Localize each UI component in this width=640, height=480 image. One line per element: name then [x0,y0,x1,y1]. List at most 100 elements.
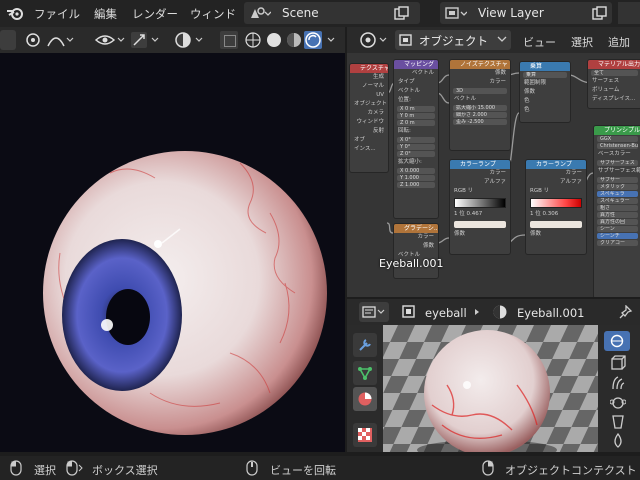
node-principled-bsdf[interactable]: プリンシプルBSDF GGX Christensen-Burley ベースカラー… [593,125,640,297]
interpolation-dropdown[interactable]: リ [544,188,550,194]
viewport-header [0,27,345,53]
metallic-field[interactable]: メタリック [597,184,638,190]
tab-particles[interactable] [353,361,377,385]
clearcoat-field[interactable]: クリアコー [597,240,638,246]
subsurface-color-field[interactable]: サブサー [597,177,638,183]
socket-label: ディスプレイス... [592,96,636,102]
socket-label: 係数 [524,89,536,95]
xray-toggle[interactable] [220,31,238,49]
sheen-field[interactable]: シーン [597,226,638,232]
specular-tint-field[interactable]: スペキュラー [597,198,638,204]
mapping-location-y[interactable]: Y 0 m [397,113,435,119]
socket-label: アルファ [560,179,582,185]
mapping-location-x[interactable]: X 0 m [397,106,435,112]
node-mix-multiply[interactable]: 乗算 乗算 範囲制限 係数 色 色 [519,61,571,123]
node-color-ramp-1[interactable]: カラーランプ カラー アルファ RGB リ 1 位 0.467 係数 [449,159,511,255]
tab-texture[interactable] [353,423,377,447]
overlays-icon[interactable] [174,31,210,49]
distribution-dropdown[interactable]: GGX [597,136,638,142]
roughness-field[interactable]: 粗さ [597,205,638,211]
noise-scale-field[interactable]: 拡大縮小 15.000 [453,105,507,111]
tab-modifier[interactable] [353,333,377,357]
menu-edit[interactable]: 編集 [94,6,117,22]
mapping-rotation-y[interactable]: Y 0° [397,144,435,150]
color-mode-dropdown[interactable]: RGB [530,188,542,194]
menu-add[interactable]: 追加 [608,34,630,50]
noise-dimensions-dropdown[interactable]: 3D [453,88,507,94]
mapping-scale-x[interactable]: X 0.000 [397,168,435,174]
view-layer-name[interactable]: View Layer [478,6,544,20]
shading-modes[interactable] [244,31,344,49]
color-ramp-gradient[interactable] [454,198,506,208]
object-mode-dropdown[interactable]: オブジェクト [395,30,511,50]
stop-index[interactable]: 1 [454,211,458,217]
mapping-rotation-x[interactable]: X 0° [397,137,435,143]
anisotropic-rotation-field[interactable]: 異方性の回 [597,219,638,225]
menu-select[interactable]: 選択 [571,34,593,50]
cube-icon[interactable] [610,355,626,371]
hover-node-label: Eyeball.001 [379,257,444,270]
noise-distortion-field[interactable]: 歪み -2.500 [453,119,507,125]
node-texture-coordinate[interactable]: テクスチャ 生成 ノーマル UV オブジェクト カメラ ウィンドウ 反射 オブ … [349,63,389,173]
fluid-drop-icon[interactable] [610,433,626,449]
mapping-rotation-z[interactable]: Z 0° [397,151,435,157]
stop-position[interactable]: 位 0.306 [535,211,558,217]
scene-selector[interactable]: Scene [244,2,420,24]
node-noise-texture[interactable]: ノイズテクスチャ 係数 カラー 3D ベクトル 拡大縮小 15.000 細かさ … [449,59,511,151]
stop-color-swatch[interactable] [454,221,506,228]
properties-editor-type-button[interactable] [359,302,389,322]
specular-field[interactable]: スペキュラ [597,191,638,197]
monkey-icon[interactable] [610,395,626,411]
copy-scene-icon[interactable] [394,6,410,20]
proportional-editing-icon[interactable] [24,32,74,48]
mouse-middle-icon [246,460,258,476]
blender-logo-icon[interactable] [6,6,24,20]
clamp-checkbox[interactable]: 範囲制限 [520,79,570,88]
shader-ball-icon[interactable] [610,414,626,430]
status-object-context: オブジェクトコンテクスト [505,464,637,477]
node-editor-canvas[interactable]: テクスチャ 生成 ノーマル UV オブジェクト カメラ ウィンドウ 反射 オブ … [347,53,640,297]
target-dropdown[interactable]: 全て [591,70,638,76]
view-layer-selector[interactable]: View Layer [440,2,612,24]
menu-render[interactable]: レンダー [132,6,178,22]
node-color-ramp-2[interactable]: カラーランプ カラー アルファ RGB リ 1 位 0.306 係数 [525,159,587,255]
copy-view-layer-icon[interactable] [592,6,608,20]
visibility-eye-icon[interactable] [94,32,126,48]
scene-icon[interactable] [249,6,271,20]
menu-file[interactable]: ファイル [34,6,80,22]
3d-viewport[interactable] [0,53,345,452]
tab-material[interactable] [353,387,377,411]
stop-index[interactable]: 1 [530,211,534,217]
gizmo-icon[interactable] [130,31,162,49]
node-title: カラーランプ [526,160,586,169]
transform-pivot-button[interactable] [0,30,16,50]
menu-window[interactable]: ウィンド [190,6,236,22]
stop-color-swatch[interactable] [530,221,582,228]
anisotropic-field[interactable]: 異方性 [597,212,638,218]
subsurface-field[interactable]: サブサーフェス [597,160,638,166]
view-layer-icon[interactable] [445,6,467,20]
extra-button[interactable] [618,2,640,24]
node-mapping[interactable]: マッピング ベクトル タイプ ベクトル 位置: X 0 m Y 0 m Z 0 … [393,59,439,219]
mapping-location-z[interactable]: Z 0 m [397,120,435,126]
pin-icon[interactable] [619,305,633,319]
mapping-scale-y[interactable]: Y 1.000 [397,175,435,181]
material-tab-icon [358,392,372,406]
editor-type-icon[interactable] [359,31,389,49]
color-ramp-gradient[interactable] [530,198,582,208]
subsurface-method-dropdown[interactable]: Christensen-Burley [597,143,638,149]
node-material-output[interactable]: マテリアル出力 全て サーフェス ボリューム ディスプレイス... [587,59,640,109]
preview-sphere-button[interactable] [604,331,630,351]
stop-position[interactable]: 位 0.467 [459,211,482,217]
blend-mode-dropdown[interactable]: 乗算 [523,72,567,78]
hair-icon[interactable] [610,375,626,391]
noise-detail-field[interactable]: 細かさ 2.000 [453,112,507,118]
color-mode-dropdown[interactable]: RGB [454,188,466,194]
node-gradient-texture[interactable]: グラデーシ... カラー 係数 ベクトル [393,223,439,279]
material-preview [347,325,640,452]
mapping-scale-z[interactable]: Z 1.000 [397,182,435,188]
scene-name[interactable]: Scene [282,6,319,20]
interpolation-dropdown[interactable]: リ [468,188,474,194]
menu-view[interactable]: ビュー [523,34,556,50]
sheen-tint-field[interactable]: シーンチ [597,233,638,239]
